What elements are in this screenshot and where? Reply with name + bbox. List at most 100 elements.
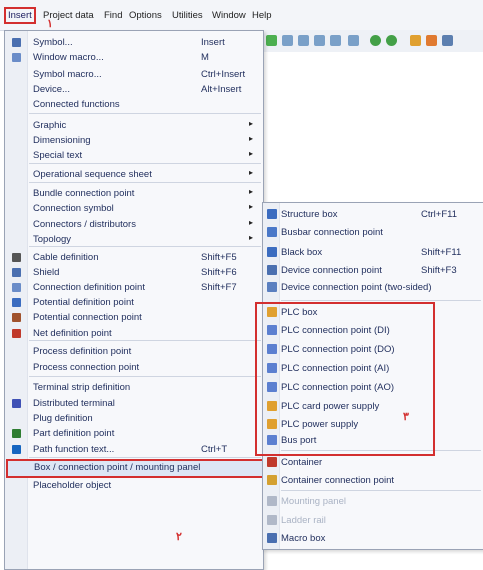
- zoom-window-icon[interactable]: [348, 35, 359, 46]
- cable-icon: [12, 253, 21, 262]
- annotation-mark-1: ۱: [47, 18, 53, 30]
- submenu-item-label: Device connection point: [281, 265, 382, 276]
- menu-window[interactable]: Window: [212, 10, 246, 21]
- submenu-item-label: Container: [281, 457, 323, 468]
- submenu-item[interactable]: Container: [263, 454, 483, 470]
- connection-def-icon: [12, 283, 21, 292]
- zoom-fit-icon[interactable]: [330, 35, 341, 46]
- submenu-item-label: Device connection point (two-sided): [281, 282, 432, 293]
- submenu-item[interactable]: Black box Shift+F11: [263, 244, 483, 260]
- menu-item-label: Process connection point: [33, 362, 140, 373]
- zoom-out-icon[interactable]: [314, 35, 325, 46]
- submenu-arrow-icon: ▸: [249, 149, 254, 158]
- part-def-icon: [12, 429, 21, 438]
- menu-item[interactable]: Part definition point: [5, 426, 263, 441]
- toolbar-icon[interactable]: [266, 35, 277, 46]
- menu-item[interactable]: Bundle connection point ▸: [5, 186, 263, 201]
- menu-item-shortcut: Ctrl+T: [201, 444, 228, 455]
- distributed-terminal-icon: [12, 399, 21, 408]
- menu-help[interactable]: Help: [252, 10, 272, 21]
- macro-box-icon: [267, 533, 277, 543]
- symbol-icon: [12, 38, 21, 47]
- menu-item[interactable]: Shield Shift+F6: [5, 265, 263, 280]
- submenu-item-shortcut: Shift+F11: [421, 247, 462, 258]
- menu-item-label: Part definition point: [33, 428, 115, 439]
- device-conn-2-icon: [267, 282, 277, 292]
- menu-item-label: Process definition point: [33, 346, 132, 357]
- submenu-item-label: Macro box: [281, 533, 326, 544]
- menu-item[interactable]: Connectors / distributors ▸: [5, 217, 263, 232]
- menu-item-label: Box / connection point / mounting panel: [34, 462, 201, 473]
- submenu-arrow-icon: ▸: [249, 218, 254, 227]
- menu-item[interactable]: Device... Alt+Insert: [5, 82, 263, 97]
- menu-item[interactable]: Placeholder object: [5, 478, 263, 493]
- menu-item[interactable]: Process connection point: [5, 360, 263, 375]
- menu-item[interactable]: Distributed terminal: [5, 396, 263, 411]
- submenu-item-label: Busbar connection point: [281, 227, 383, 238]
- container-icon: [267, 457, 277, 467]
- submenu-item-label: Structure box: [281, 209, 338, 220]
- submenu-arrow-icon: ▸: [249, 233, 254, 242]
- menu-find[interactable]: Find: [104, 10, 122, 21]
- menu-item[interactable]: Symbol macro... Ctrl+Insert: [5, 67, 263, 82]
- submenu-item[interactable]: Device connection point Shift+F3: [263, 262, 483, 278]
- menu-item[interactable]: Connection definition point Shift+F7: [5, 280, 263, 295]
- menu-item[interactable]: Topology ▸: [5, 232, 263, 247]
- menu-item[interactable]: Graphic ▸: [5, 118, 263, 133]
- green-circle-icon[interactable]: [370, 35, 381, 46]
- menu-insert[interactable]: Insert: [4, 7, 36, 24]
- menu-item-label: Path function text...: [33, 444, 115, 455]
- grid-icon[interactable]: [442, 35, 453, 46]
- submenu-item[interactable]: Container connection point: [263, 472, 483, 488]
- menu-item-label: Connected functions: [33, 99, 120, 110]
- submenu-item[interactable]: Device connection point (two-sided): [263, 279, 483, 295]
- submenu-separator: [281, 300, 481, 301]
- menu-item-label: Potential definition point: [33, 297, 134, 308]
- menu-item-label: Graphic: [33, 120, 67, 131]
- menu-item-label: Distributed terminal: [33, 398, 115, 409]
- menu-item-label: Potential connection point: [33, 312, 142, 323]
- menu-item-shortcut: Alt+Insert: [201, 84, 242, 95]
- menu-item[interactable]: Potential connection point: [5, 310, 263, 325]
- submenu-item[interactable]: Busbar connection point: [263, 224, 483, 240]
- menu-options[interactable]: Options: [129, 10, 162, 21]
- menu-item[interactable]: Path function text... Ctrl+T: [5, 442, 263, 457]
- menu-item[interactable]: Symbol... Insert: [5, 35, 263, 50]
- menu-item-label: Connection definition point: [33, 282, 145, 293]
- drawing-area: [262, 52, 483, 202]
- menu-item[interactable]: Box / connection point / mounting panel: [6, 459, 264, 478]
- menu-item[interactable]: Process definition point: [5, 344, 263, 359]
- menu-item-shortcut: Insert: [201, 37, 225, 48]
- menu-item-label: Bundle connection point: [33, 188, 135, 199]
- menu-separator: [29, 457, 261, 458]
- menu-separator: [29, 113, 261, 114]
- menu-item[interactable]: Operational sequence sheet ▸: [5, 167, 263, 182]
- menu-item-shortcut: Shift+F7: [201, 282, 237, 293]
- menu-item[interactable]: Cable definition Shift+F5: [5, 250, 263, 265]
- menu-item[interactable]: Window macro... M: [5, 50, 263, 65]
- menu-item-label: Placeholder object: [33, 480, 112, 491]
- black-box-icon: [267, 247, 277, 257]
- menu-item-label: Symbol macro...: [33, 69, 102, 80]
- submenu-item[interactable]: Macro box: [263, 530, 483, 546]
- menu-item-label: Operational sequence sheet: [33, 169, 152, 180]
- menu-item[interactable]: Plug definition: [5, 411, 263, 426]
- menu-item[interactable]: Potential definition point: [5, 295, 263, 310]
- submenu-arrow-icon: ▸: [249, 202, 254, 211]
- plc-highlight-box: [255, 302, 435, 456]
- submenu-item[interactable]: Structure box Ctrl+F11: [263, 206, 483, 222]
- menu-item[interactable]: Connected functions: [5, 97, 263, 112]
- menu-item[interactable]: Net definition point: [5, 326, 263, 341]
- green-circle-2-icon[interactable]: [386, 35, 397, 46]
- menu-item[interactable]: Connection symbol ▸: [5, 201, 263, 216]
- menu-item[interactable]: Terminal strip definition: [5, 380, 263, 395]
- menu-item[interactable]: Special text ▸: [5, 148, 263, 163]
- chart-icon[interactable]: [426, 35, 437, 46]
- table-icon[interactable]: [410, 35, 421, 46]
- container-conn-icon: [267, 475, 277, 485]
- zoom-icon[interactable]: [282, 35, 293, 46]
- menu-utilities[interactable]: Utilities: [172, 10, 203, 21]
- potential-def-icon: [12, 298, 21, 307]
- menu-item[interactable]: Dimensioning ▸: [5, 133, 263, 148]
- zoom-in-icon[interactable]: [298, 35, 309, 46]
